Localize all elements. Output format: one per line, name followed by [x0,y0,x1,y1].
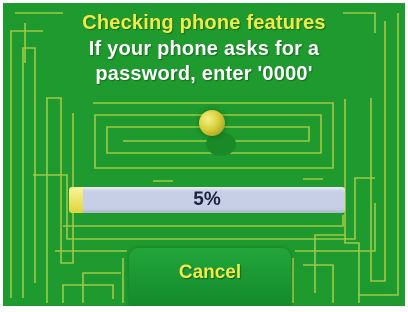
progress-label: 5% [193,189,221,210]
message-line-1: If your phone asks for a [88,38,320,60]
cancel-button[interactable]: Cancel [129,248,291,306]
phone-check-screen: Checking phone features If your phone as… [3,3,405,306]
screen-title: Checking phone features [82,12,326,34]
globe-icon [199,110,225,136]
cancel-button-label: Cancel [178,262,242,283]
message-line-2: password, enter '0000' [95,63,313,85]
progress-bar: 5% [69,187,345,213]
